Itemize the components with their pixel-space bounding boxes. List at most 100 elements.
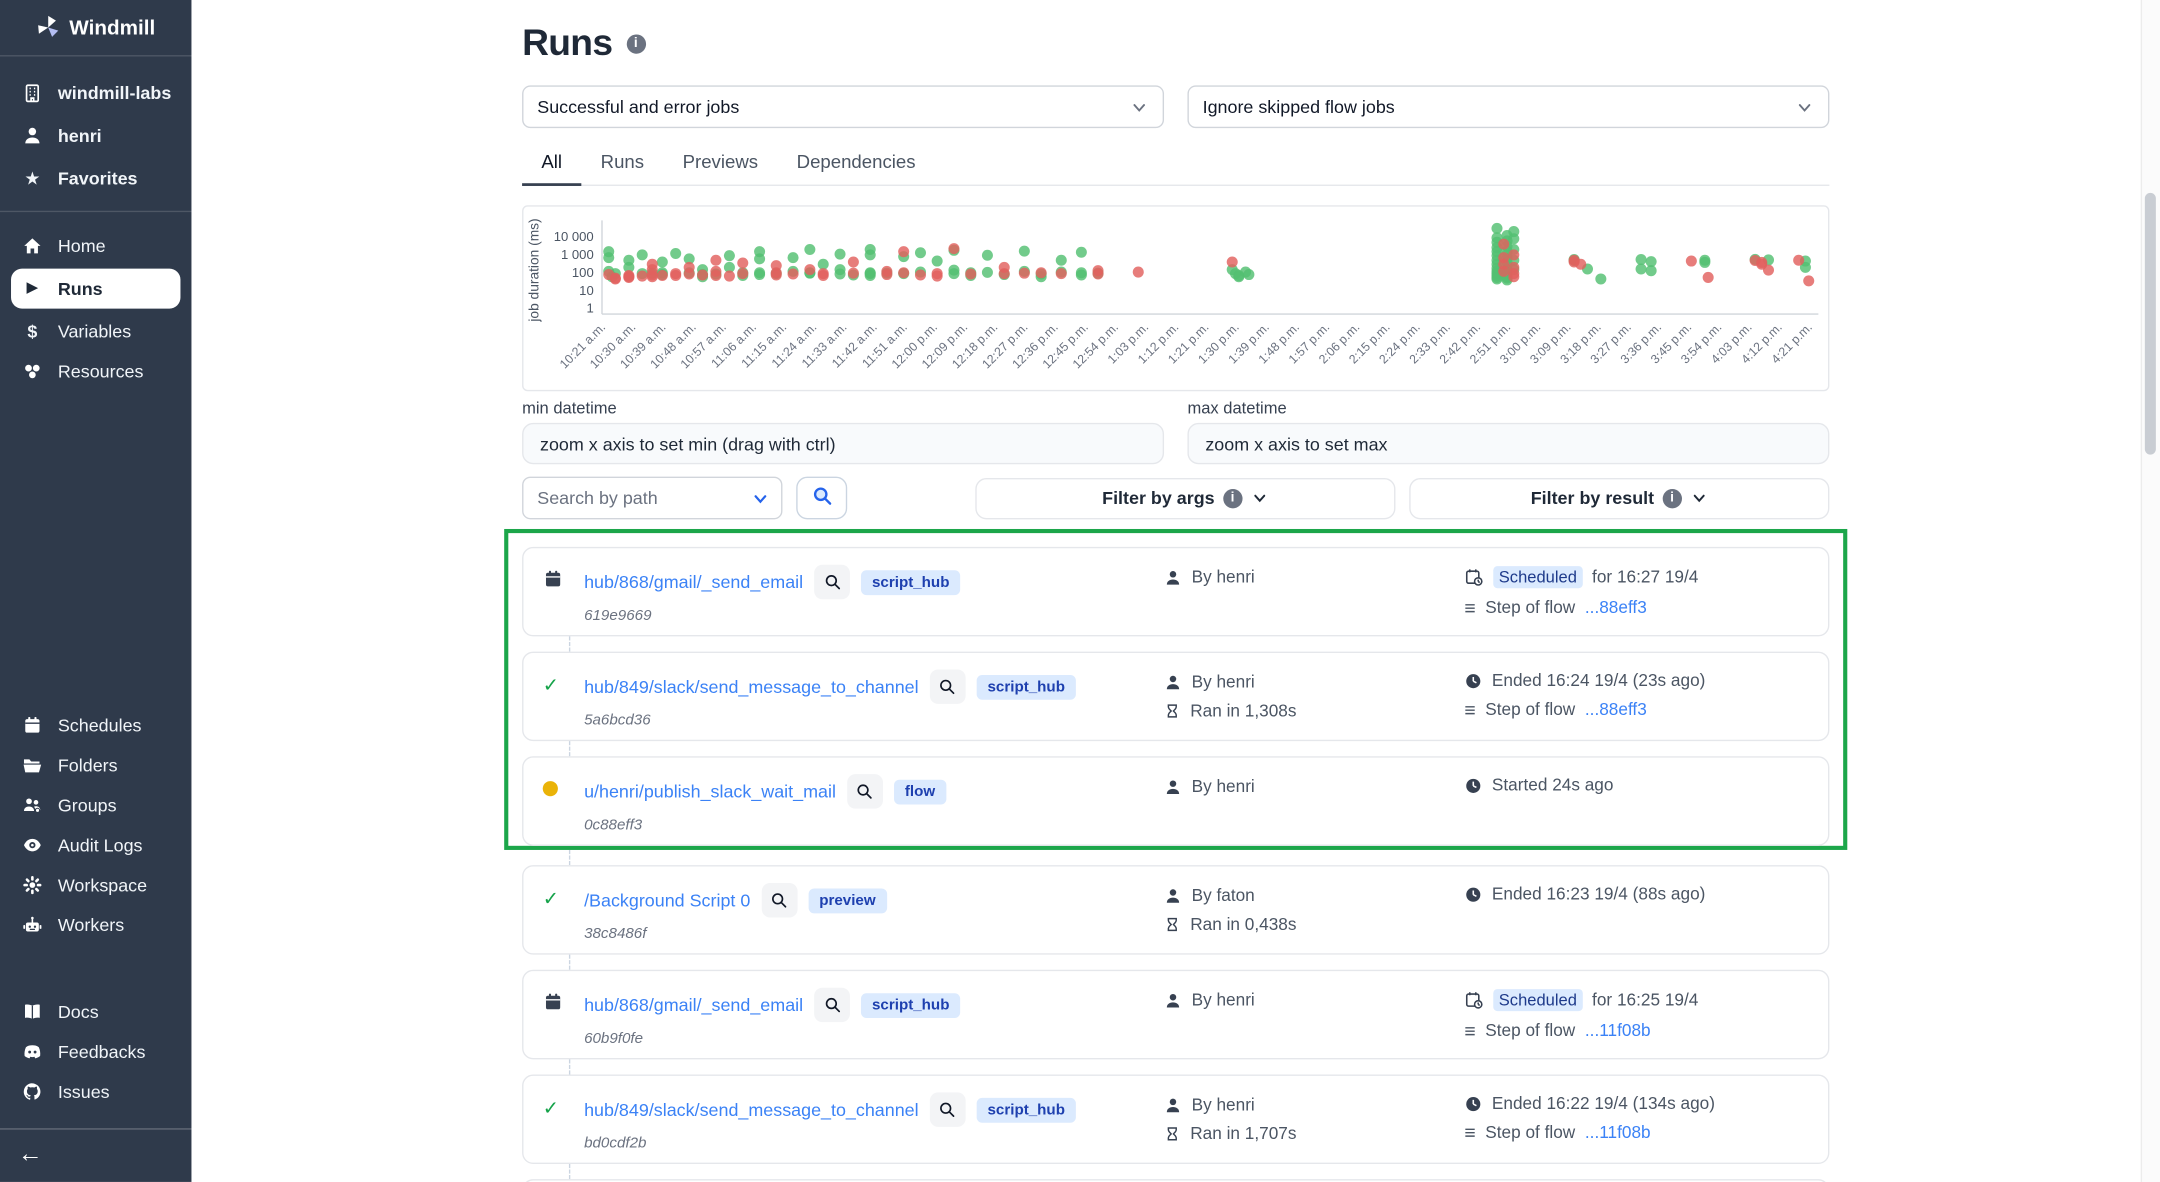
inspect-run-icon[interactable] xyxy=(930,1092,966,1126)
calendar-icon xyxy=(21,715,44,736)
runs-info-icon[interactable]: i xyxy=(626,34,645,53)
filter-by-result-button[interactable]: Filter by result i xyxy=(1409,477,1829,518)
skipped-filter-select[interactable]: Ignore skipped flow jobs xyxy=(1187,85,1829,128)
success-check-icon: ✓ xyxy=(543,887,559,909)
inspect-run-icon[interactable] xyxy=(814,988,850,1022)
resources-icon xyxy=(21,361,44,382)
run-author: By henri xyxy=(1164,777,1464,796)
sidebar-item-audit-logs[interactable]: Audit Logs xyxy=(0,825,191,865)
app-logo[interactable]: Windmill xyxy=(0,0,191,56)
run-row[interactable]: u/henri/publish_slack_wait_mail flow 0c8… xyxy=(522,756,1829,846)
run-row[interactable]: ✓ hub/849/slack/send_message_to_channel … xyxy=(522,1074,1829,1164)
gear-icon xyxy=(21,875,44,896)
inspect-run-icon[interactable] xyxy=(930,669,966,703)
sidebar-item-feedbacks[interactable]: Feedbacks xyxy=(0,1032,191,1072)
inspect-run-icon[interactable] xyxy=(847,774,883,808)
run-author: By faton xyxy=(1164,886,1464,905)
run-path-link[interactable]: hub/868/gmail/_send_email xyxy=(584,572,803,593)
job-kind-badge: script_hub xyxy=(976,674,1076,699)
run-ended: Ended 16:24 19/4 (23s ago) xyxy=(1464,671,1808,690)
filter-by-args-button[interactable]: Filter by args i xyxy=(975,477,1395,518)
chevron-down-icon xyxy=(1795,97,1814,116)
run-path-link[interactable]: /Background Script 0 xyxy=(584,890,750,911)
sidebar-item-workers[interactable]: Workers xyxy=(0,905,191,945)
collapse-sidebar-icon[interactable]: ← xyxy=(18,1139,43,1167)
running-dot-icon xyxy=(543,781,558,796)
sidebar-item-issues[interactable]: Issues xyxy=(0,1072,191,1112)
sidebar-item-folders[interactable]: Folders xyxy=(0,745,191,785)
run-author: By henri xyxy=(1164,990,1464,1009)
sidebar-item-groups[interactable]: Groups xyxy=(0,785,191,825)
run-step-of-flow: ≡Step of flow...11f08b xyxy=(1464,1123,1808,1142)
search-button[interactable] xyxy=(797,477,847,520)
run-step-of-flow: ≡Step of flow...88eff3 xyxy=(1464,598,1808,617)
user-menu[interactable]: henri xyxy=(0,114,191,157)
svg-text:10: 10 xyxy=(579,283,594,298)
scheduled-calendar-icon xyxy=(543,995,564,1018)
inspect-run-icon[interactable] xyxy=(761,883,797,917)
flow-connector-line xyxy=(569,636,570,651)
run-id: 619e9669 xyxy=(584,607,1164,624)
run-schedule: Scheduledfor 16:25 19/4 xyxy=(1464,989,1808,1011)
scheduled-calendar-icon xyxy=(543,572,564,595)
flow-link[interactable]: ...88eff3 xyxy=(1585,700,1647,719)
max-datetime-label: max datetime xyxy=(1187,398,1829,417)
groups-icon xyxy=(21,795,44,816)
chevron-down-icon xyxy=(1250,489,1268,507)
run-row[interactable]: ✓ /Background Script 0 preview 38c8486f … xyxy=(522,865,1829,955)
sidebar-item-favorites[interactable]: ★ Favorites xyxy=(0,157,191,200)
inspect-run-icon[interactable] xyxy=(814,565,850,599)
run-path-link[interactable]: hub/849/slack/send_message_to_channel xyxy=(584,1099,919,1120)
sidebar-item-resources[interactable]: Resources xyxy=(0,351,191,391)
dollar-icon: $ xyxy=(21,322,44,340)
min-datetime-input[interactable]: zoom x axis to set min (drag with ctrl) xyxy=(522,423,1164,464)
job-kind-badge: script_hub xyxy=(976,1097,1076,1122)
tab-dependencies[interactable]: Dependencies xyxy=(777,143,934,184)
run-path-link[interactable]: u/henri/publish_slack_wait_mail xyxy=(584,781,836,802)
flow-connector-line xyxy=(569,741,570,756)
eye-icon xyxy=(21,835,44,856)
flow-steps-icon: ≡ xyxy=(1464,598,1475,617)
run-row[interactable]: hub/868/gmail/_send_email script_hub 619… xyxy=(522,547,1829,637)
play-icon: ▶ xyxy=(21,281,44,296)
favorites-label: Favorites xyxy=(58,168,138,189)
run-path-link[interactable]: hub/868/gmail/_send_email xyxy=(584,995,803,1016)
max-datetime-input[interactable]: zoom x axis to set max xyxy=(1187,423,1829,464)
run-id: bd0cdf2b xyxy=(584,1135,1164,1152)
run-schedule: Scheduledfor 16:27 19/4 xyxy=(1464,566,1808,588)
sidebar-footer: ← xyxy=(0,1128,191,1182)
search-by-path-select[interactable]: Search by path xyxy=(522,477,783,520)
run-row[interactable]: ✓ hub/849/slack/send_message_to_channel … xyxy=(522,652,1829,742)
run-started: Started 24s ago xyxy=(1464,776,1808,795)
success-check-icon: ✓ xyxy=(543,1097,559,1119)
job-kind-badge: script_hub xyxy=(861,570,961,595)
tab-runs[interactable]: Runs xyxy=(581,143,663,184)
sidebar-item-home[interactable]: Home xyxy=(0,226,191,266)
sidebar-item-workspace[interactable]: Workspace xyxy=(0,865,191,905)
svg-text:10 000: 10 000 xyxy=(554,229,594,244)
sidebar-item-runs[interactable]: ▶ Runs xyxy=(11,269,180,309)
search-icon xyxy=(811,485,833,511)
flow-connector-line xyxy=(569,850,570,865)
info-icon: i xyxy=(1223,488,1242,507)
scrollbar-thumb[interactable] xyxy=(2145,193,2156,455)
flow-link[interactable]: ...11f08b xyxy=(1585,1123,1651,1142)
run-row[interactable]: hub/868/gmail/_send_email script_hub 60b… xyxy=(522,970,1829,1060)
flow-link[interactable]: ...88eff3 xyxy=(1585,598,1647,617)
chevron-down-icon xyxy=(1690,489,1708,507)
user-icon xyxy=(21,125,44,146)
sidebar-item-schedules[interactable]: Schedules xyxy=(0,705,191,745)
flow-link[interactable]: ...11f08b xyxy=(1585,1021,1651,1040)
run-path-link[interactable]: hub/849/slack/send_message_to_channel xyxy=(584,676,919,697)
app-window: Windmill windmill-labs henri ★ Favorites… xyxy=(0,0,2160,1182)
run-ended: Ended 16:23 19/4 (88s ago) xyxy=(1464,884,1808,903)
job-duration-chart[interactable]: job duration (ms)10 0001 00010010110:21 … xyxy=(522,205,1829,391)
tab-all[interactable]: All xyxy=(522,143,581,186)
job-filter-select[interactable]: Successful and error jobs xyxy=(522,85,1164,128)
workspace-switcher[interactable]: windmill-labs xyxy=(0,72,191,115)
sidebar-item-docs[interactable]: Docs xyxy=(0,992,191,1032)
tab-previews[interactable]: Previews xyxy=(663,143,777,184)
page-scrollbar[interactable] xyxy=(2141,0,2160,1182)
svg-text:100: 100 xyxy=(572,265,594,280)
sidebar-item-variables[interactable]: $ Variables xyxy=(0,311,191,351)
